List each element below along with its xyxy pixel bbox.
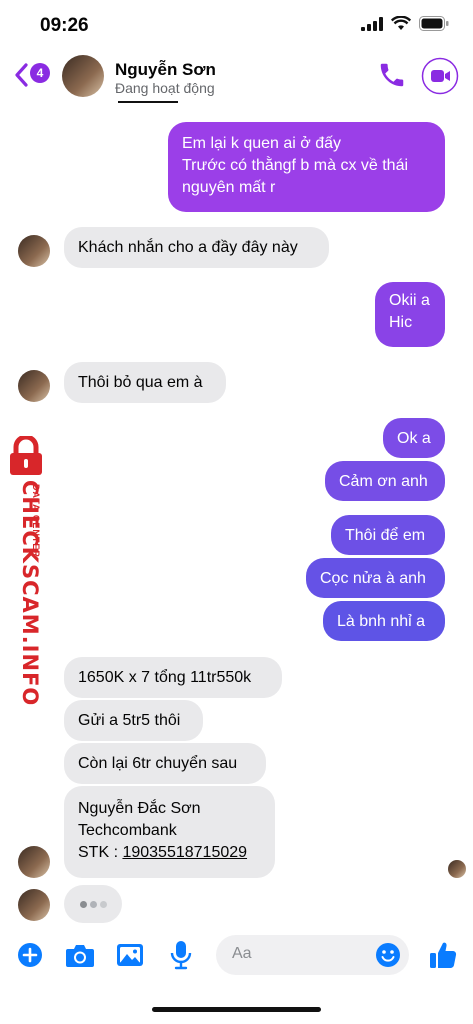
video-camera-icon[interactable] xyxy=(421,57,459,95)
message-outgoing[interactable]: Ok a xyxy=(383,418,445,458)
lock-icon xyxy=(10,436,42,475)
unread-badge: 4 xyxy=(30,63,50,83)
message-incoming[interactable]: Thôi bỏ qua em à xyxy=(64,362,226,403)
avatar[interactable] xyxy=(18,370,50,402)
message-incoming[interactable]: 1650K x 7 tổng 11tr550k xyxy=(64,657,282,698)
read-receipt-avatar xyxy=(448,860,466,878)
avatar[interactable] xyxy=(18,235,50,267)
camera-icon[interactable] xyxy=(65,942,95,968)
message-line: nguyên mất r xyxy=(182,179,276,196)
message-outgoing[interactable]: Em lại k quen ai ở đấy Trước có thằngf b… xyxy=(168,122,445,212)
typing-dot xyxy=(90,901,97,908)
avatar[interactable] xyxy=(18,846,50,878)
message-incoming[interactable]: Khách nhắn cho a đầy đây này xyxy=(64,227,329,268)
status-time: 09:26 xyxy=(40,15,89,36)
message-incoming[interactable]: Nguyễn Đắc Sơn Techcombank STK : 1903551… xyxy=(64,786,275,878)
avatar[interactable] xyxy=(62,55,104,97)
watermark: CHECKSCAM.INFO DATA CENTER xyxy=(2,436,52,706)
message-outgoing[interactable]: Cảm ơn anh xyxy=(325,461,445,501)
image-icon[interactable] xyxy=(116,942,144,968)
header-divider xyxy=(118,101,178,103)
message-line: STK : 19035518715029 xyxy=(78,842,261,864)
battery-icon xyxy=(419,16,449,31)
message-outgoing[interactable]: Là bnh nhỉ a xyxy=(323,601,445,641)
message-outgoing[interactable]: Okii a Hic xyxy=(375,282,445,347)
stk-label: STK : xyxy=(78,844,123,861)
message-incoming[interactable]: Gửi a 5tr5 thôi xyxy=(64,700,203,741)
home-indicator xyxy=(152,1007,321,1012)
message-line: Techcombank xyxy=(78,822,177,839)
thumbs-up-icon[interactable] xyxy=(428,940,458,970)
message-line: Nguyễn Đắc Sơn xyxy=(78,800,201,817)
contact-status: Đang hoạt động xyxy=(115,80,215,96)
message-outgoing[interactable]: Cọc nửa à anh xyxy=(306,558,445,598)
phone-icon[interactable] xyxy=(377,60,407,90)
wifi-icon xyxy=(391,16,411,30)
message-incoming[interactable]: Còn lại 6tr chuyển sau xyxy=(64,743,266,784)
avatar[interactable] xyxy=(18,889,50,921)
status-icons xyxy=(361,16,449,31)
microphone-icon[interactable] xyxy=(169,940,193,970)
plus-icon[interactable] xyxy=(17,942,43,968)
signal-icon xyxy=(361,16,383,31)
emoji-icon[interactable] xyxy=(375,942,401,968)
message-line: Trước có thằngf b mà cx về thái xyxy=(182,157,409,174)
contact-name[interactable]: Nguyễn Sơn xyxy=(115,60,216,80)
typing-indicator xyxy=(64,885,122,923)
watermark-tagline: DATA CENTER xyxy=(31,484,41,558)
message-line: Em lại k quen ai ở đấy xyxy=(182,135,342,152)
message-line: Okii a xyxy=(389,292,430,309)
message-input-placeholder: Aa xyxy=(232,945,252,962)
typing-dot xyxy=(100,901,107,908)
message-line: Hic xyxy=(389,314,413,331)
account-number-link[interactable]: 19035518715029 xyxy=(122,844,247,861)
typing-dot xyxy=(80,901,87,908)
message-outgoing[interactable]: Thôi để em xyxy=(331,515,445,555)
